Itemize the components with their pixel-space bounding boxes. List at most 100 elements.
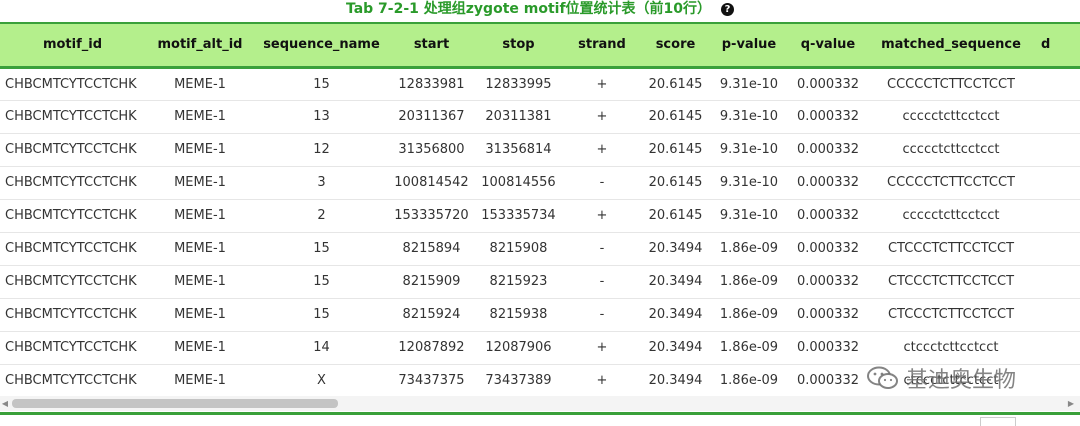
table-row: CHBCMTCYTCCTCHK MEME-1 15 12833981 12833995 +…	[0, 67, 1080, 100]
table-cell: 20.3494	[648, 340, 703, 355]
table-cell: 1.86e-09	[719, 241, 779, 256]
table-cell: 0.000332	[796, 109, 860, 124]
table-cell: CTCCCTCTTCCTCCT	[887, 274, 1015, 289]
table-cell: X	[317, 373, 326, 388]
table-cell: MEME-1	[174, 373, 226, 388]
table-cell: 73437389	[485, 373, 552, 388]
table-cell-truncated	[1035, 100, 1080, 133]
table-cell: 12833981	[398, 76, 465, 92]
table-row: CHBCMTCYTCCTCHK MEME-1 15 8215909 8215923 - 20…	[0, 265, 1080, 298]
table-cell: CHBCMTCYTCCTCHK	[5, 373, 137, 388]
table-body: CHBCMTCYTCCTCHK MEME-1 15 12833981 12833995 +…	[0, 67, 1080, 395]
table-cell-truncated	[1035, 298, 1080, 331]
table-cell: MEME-1	[174, 142, 226, 157]
table-cell: 12	[313, 142, 330, 157]
table-cell: 2	[317, 208, 326, 223]
table-cell: ccccctcttcctcct	[902, 208, 1000, 223]
table-cell: 0.000332	[796, 241, 860, 256]
table-header-row: motif_id motif_alt_id sequence_name star…	[0, 22, 1080, 69]
table-cell-truncated	[1035, 166, 1080, 199]
col-header-start[interactable]: start	[388, 22, 475, 69]
table-cell: CHBCMTCYTCCTCHK	[5, 274, 137, 289]
table-cell: +	[596, 208, 608, 223]
help-icon[interactable]: ?	[721, 3, 735, 16]
table-cell: +	[596, 373, 608, 388]
table-cell: 20.6145	[648, 208, 703, 223]
table-cell: 0.000332	[796, 274, 860, 289]
col-header-motif-id[interactable]: motif_id	[0, 22, 145, 69]
table-cell: CHBCMTCYTCCTCHK	[5, 142, 137, 157]
table-cell: 0.000332	[796, 76, 860, 92]
table-cell: CHBCMTCYTCCTCHK	[5, 76, 137, 92]
table-cell-truncated	[1035, 364, 1080, 395]
table-cell: 12087892	[398, 340, 465, 355]
col-header-p-value[interactable]: p-value	[709, 22, 789, 69]
table-cell: CHBCMTCYTCCTCHK	[5, 340, 137, 355]
table-cell: 20.6145	[648, 175, 703, 190]
table-cell: ccccctcttcctcct	[902, 109, 1000, 124]
table-cell: 9.31e-10	[719, 109, 779, 124]
col-header-truncated[interactable]: d	[1035, 22, 1080, 69]
table-cell: -	[599, 307, 605, 322]
table-cell: 9.31e-10	[719, 175, 779, 190]
table-row: CHBCMTCYTCCTCHK MEME-1 3 100814542 100814556…	[0, 166, 1080, 199]
table-cell: 1.86e-09	[719, 373, 779, 388]
table-cell: 0.000332	[796, 142, 860, 157]
table-cell: MEME-1	[174, 109, 226, 124]
table-cell: 100814556	[481, 175, 556, 190]
table-cell: 8215923	[489, 274, 548, 289]
table-row: CHBCMTCYTCCTCHK MEME-1 2 153335720 153335734…	[0, 199, 1080, 232]
wechat-icon	[867, 366, 898, 389]
col-header-score[interactable]: score	[642, 22, 709, 69]
table-row: CHBCMTCYTCCTCHK MEME-1 15 8215894 8215908 - 20…	[0, 232, 1080, 265]
table-cell: +	[596, 142, 608, 157]
table-cell: 1.86e-09	[719, 340, 779, 355]
table-cell: 20.6145	[648, 142, 703, 157]
table-cell: 20.6145	[648, 76, 703, 92]
scroll-right-icon[interactable]: ▶	[1066, 399, 1076, 409]
table-cell: 20311367	[398, 109, 465, 124]
table-cell: 20311381	[485, 109, 552, 124]
table-cell: 9.31e-10	[719, 208, 779, 223]
table-cell: 14	[313, 340, 330, 355]
table-cell: 0.000332	[796, 307, 860, 322]
table-row: CHBCMTCYTCCTCHK MEME-1 13 20311367 20311381 +…	[0, 100, 1080, 133]
col-header-strand[interactable]: strand	[562, 22, 642, 69]
col-header-motif-alt-id[interactable]: motif_alt_id	[145, 22, 255, 69]
table-cell: 20.3494	[648, 241, 703, 256]
col-header-q-value[interactable]: q-value	[789, 22, 867, 69]
col-header-matched-sequence[interactable]: matched_sequence	[867, 22, 1035, 69]
col-header-stop[interactable]: stop	[475, 22, 562, 69]
table-cell: CCCCCTCTTCCTCCT	[887, 175, 1015, 190]
table-cell: 9.31e-10	[719, 142, 779, 157]
scroll-left-icon[interactable]: ◀	[0, 399, 10, 409]
table-cell: 0.000332	[796, 175, 860, 190]
table-cell: 15	[313, 241, 330, 256]
table-cell: -	[599, 274, 605, 289]
table-cell-truncated	[1035, 232, 1080, 265]
watermark-text: 基迪奥生物	[906, 368, 1017, 393]
table-cell: 1.86e-09	[719, 274, 779, 289]
horizontal-scrollbar[interactable]: ◀ ▶	[0, 396, 1080, 411]
table-cell: +	[596, 109, 608, 124]
motif-table: motif_id motif_alt_id sequence_name star…	[0, 22, 1080, 395]
watermark: 基迪奥生物	[866, 362, 1016, 394]
table-cell: CHBCMTCYTCCTCHK	[5, 241, 137, 256]
table-cell: 13	[313, 109, 330, 124]
col-header-sequence-name[interactable]: sequence_name	[255, 22, 388, 69]
table-cell: 20.6145	[648, 109, 703, 124]
table-cell: 153335720	[394, 208, 469, 223]
table-cell: CHBCMTCYTCCTCHK	[5, 109, 137, 124]
caption-text: Tab 7-2-1 处理组zygote motif位置统计表（前10行）	[345, 1, 712, 17]
scrollbar-thumb[interactable]	[12, 399, 338, 408]
table-cell: 8215909	[402, 274, 461, 289]
table-cell: -	[599, 241, 605, 256]
table-row: CHBCMTCYTCCTCHK MEME-1 14 12087892 12087906 +…	[0, 331, 1080, 364]
table-cell: MEME-1	[174, 241, 226, 256]
table-cell: 8215894	[402, 241, 461, 256]
table-cell: MEME-1	[174, 274, 226, 289]
table-cell-truncated	[1035, 67, 1080, 100]
table-cell-truncated	[1035, 331, 1080, 364]
table-cell: CHBCMTCYTCCTCHK	[5, 208, 137, 223]
table-cell: 31356814	[485, 142, 552, 157]
